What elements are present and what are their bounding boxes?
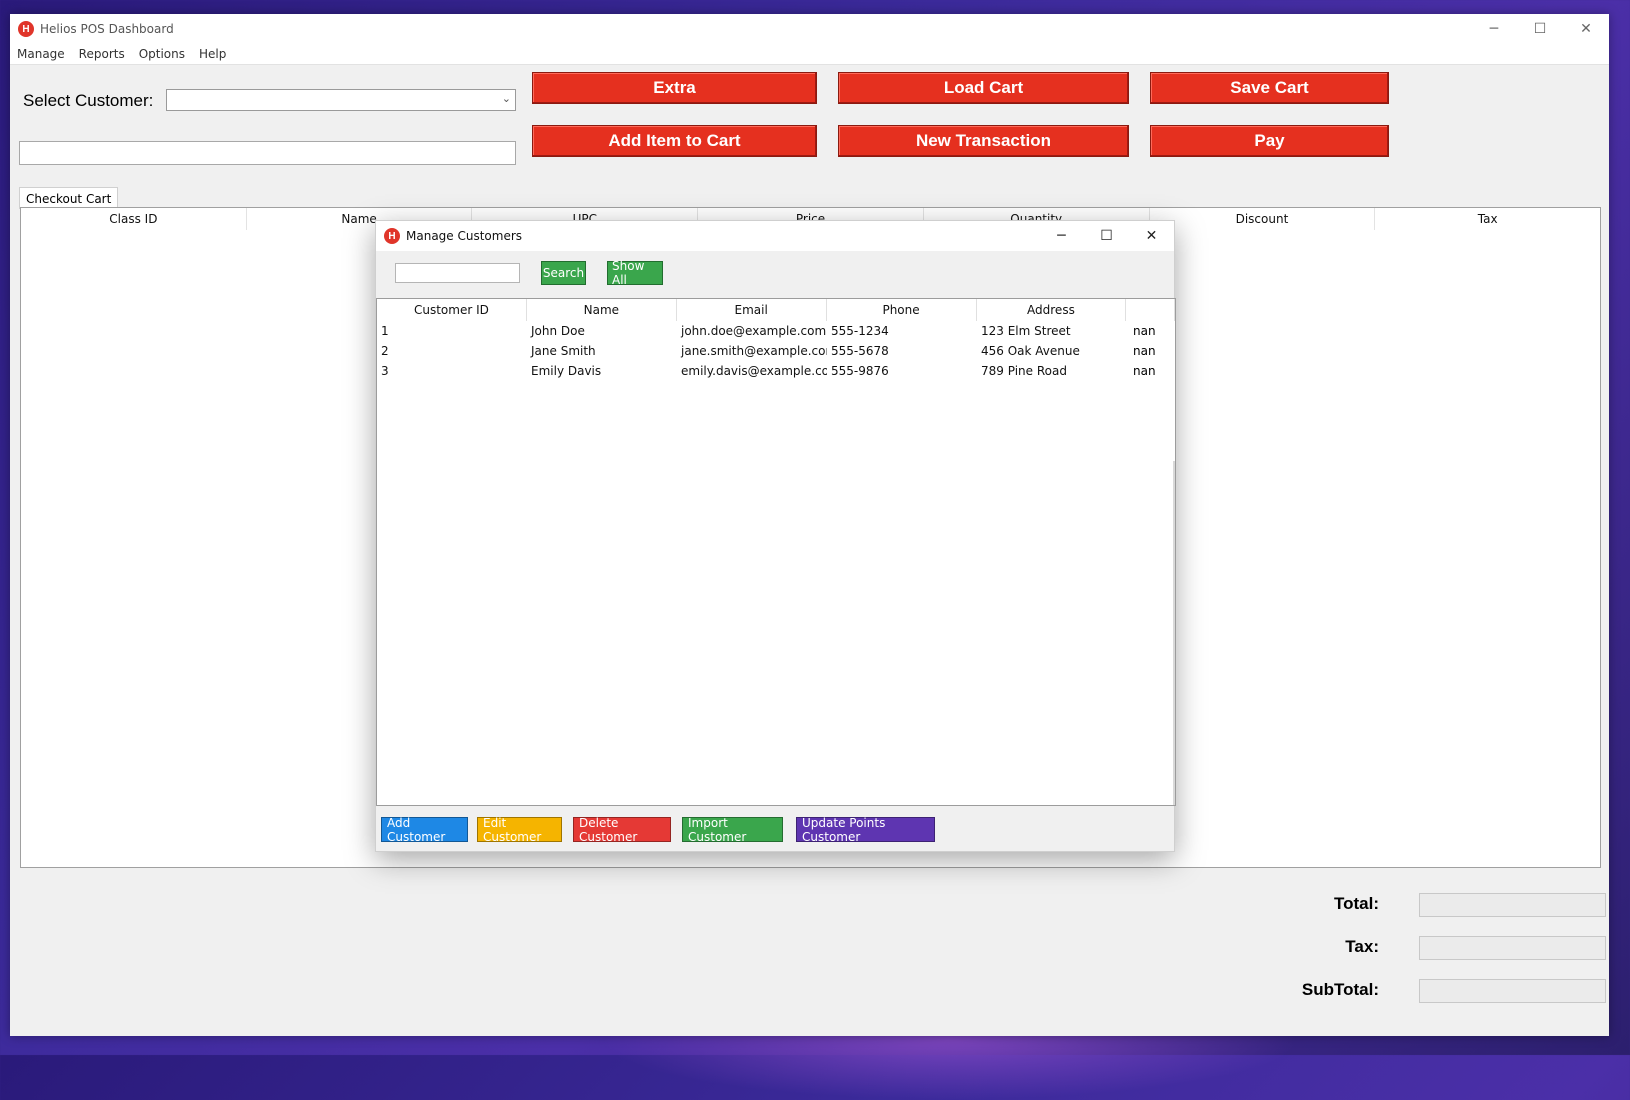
table-row[interactable]: 2 Jane Smith jane.smith@example.com 555-… (377, 341, 1175, 361)
dialog-title: Manage Customers (406, 229, 523, 243)
select-customer-label: Select Customer: (23, 91, 154, 110)
new-transaction-button[interactable]: New Transaction (838, 125, 1129, 157)
cell-email: emily.davis@example.com (681, 364, 827, 378)
dialog-title-bar: H Manage Customers ─ ☐ ✕ (376, 221, 1174, 251)
title-bar: H Helios POS Dashboard ─ ☐ ✕ (10, 14, 1609, 44)
edit-customer-button[interactable]: Edit Customer (477, 816, 562, 844)
add-item-to-cart-button[interactable]: Add Item to Cart (532, 125, 817, 157)
cell-address: 123 Elm Street (981, 324, 1071, 338)
customers-header-row: Customer ID Name Email Phone Address (377, 299, 1176, 321)
menu-reports[interactable]: Reports (72, 47, 132, 61)
search-button[interactable]: Search (541, 261, 586, 285)
show-all-button[interactable]: Show All (607, 259, 663, 287)
col-phone[interactable]: Phone (827, 299, 977, 321)
item-entry-input[interactable] (19, 141, 516, 165)
dialog-logo-icon: H (384, 228, 400, 244)
cart-col-tax[interactable]: Tax (1375, 208, 1600, 230)
table-row[interactable]: 1 John Doe john.doe@example.com 555-1234… (377, 321, 1175, 341)
cell-extra: nan (1133, 324, 1156, 338)
extra-button[interactable]: Extra (532, 72, 817, 104)
maximize-icon[interactable]: ☐ (1517, 14, 1563, 44)
menu-bar: Manage Reports Options Help (10, 44, 1609, 65)
col-name[interactable]: Name (527, 299, 677, 321)
customer-select[interactable]: ⌄ (166, 89, 516, 111)
col-address[interactable]: Address (977, 299, 1127, 321)
col-customer-id[interactable]: Customer ID (377, 299, 527, 321)
cell-phone: 555-5678 (831, 344, 889, 358)
table-scroll-edge (1173, 461, 1175, 805)
menu-options[interactable]: Options (132, 47, 192, 61)
total-field (1419, 893, 1606, 917)
subtotal-field (1419, 979, 1606, 1003)
delete-customer-button[interactable]: Delete Customer (573, 816, 671, 844)
dialog-maximize-icon[interactable]: ☐ (1084, 221, 1129, 251)
tax-field (1419, 936, 1606, 960)
total-label: Total: (1333, 894, 1379, 913)
cell-extra: nan (1133, 364, 1156, 378)
cell-name: Jane Smith (531, 344, 596, 358)
cart-col-discount[interactable]: Discount (1150, 208, 1376, 230)
update-points-customer-button[interactable]: Update Points Customer (796, 816, 935, 844)
menu-manage[interactable]: Manage (10, 47, 72, 61)
cell-phone: 555-1234 (831, 324, 889, 338)
window-title: Helios POS Dashboard (40, 22, 174, 36)
close-icon[interactable]: ✕ (1563, 14, 1609, 44)
cell-customer-id: 2 (381, 344, 389, 358)
cell-name: John Doe (531, 324, 585, 338)
cell-address: 789 Pine Road (981, 364, 1067, 378)
dialog-close-icon[interactable]: ✕ (1129, 221, 1174, 251)
add-customer-button[interactable]: Add Customer (381, 816, 468, 844)
customer-search-input[interactable] (395, 263, 520, 283)
cart-col-class-id[interactable]: Class ID (21, 208, 247, 230)
cell-customer-id: 1 (381, 324, 389, 338)
manage-customers-dialog: H Manage Customers ─ ☐ ✕ Search Show All… (375, 220, 1176, 852)
col-extra[interactable] (1126, 299, 1176, 321)
load-cart-button[interactable]: Load Cart (838, 72, 1129, 104)
menu-help[interactable]: Help (192, 47, 233, 61)
dialog-minimize-icon[interactable]: ─ (1039, 221, 1084, 251)
cell-phone: 555-9876 (831, 364, 889, 378)
customers-table: Customer ID Name Email Phone Address 1 J… (376, 298, 1176, 806)
cell-address: 456 Oak Avenue (981, 344, 1080, 358)
table-row[interactable]: 3 Emily Davis emily.davis@example.com 55… (377, 361, 1175, 381)
cell-name: Emily Davis (531, 364, 602, 378)
import-customer-button[interactable]: Import Customer (682, 816, 783, 844)
cell-extra: nan (1133, 344, 1156, 358)
save-cart-button[interactable]: Save Cart (1150, 72, 1389, 104)
app-logo-icon: H (18, 21, 34, 37)
pay-button[interactable]: Pay (1150, 125, 1389, 157)
cell-email: john.doe@example.com (681, 324, 827, 338)
subtotal-label: SubTotal: (1301, 980, 1379, 999)
tab-checkout-cart[interactable]: Checkout Cart (19, 187, 119, 209)
tax-label: Tax: (1345, 937, 1379, 956)
cell-customer-id: 3 (381, 364, 389, 378)
cell-email: jane.smith@example.com (681, 344, 827, 358)
chevron-down-icon: ⌄ (501, 92, 511, 105)
minimize-icon[interactable]: ─ (1471, 14, 1517, 44)
col-email[interactable]: Email (677, 299, 827, 321)
